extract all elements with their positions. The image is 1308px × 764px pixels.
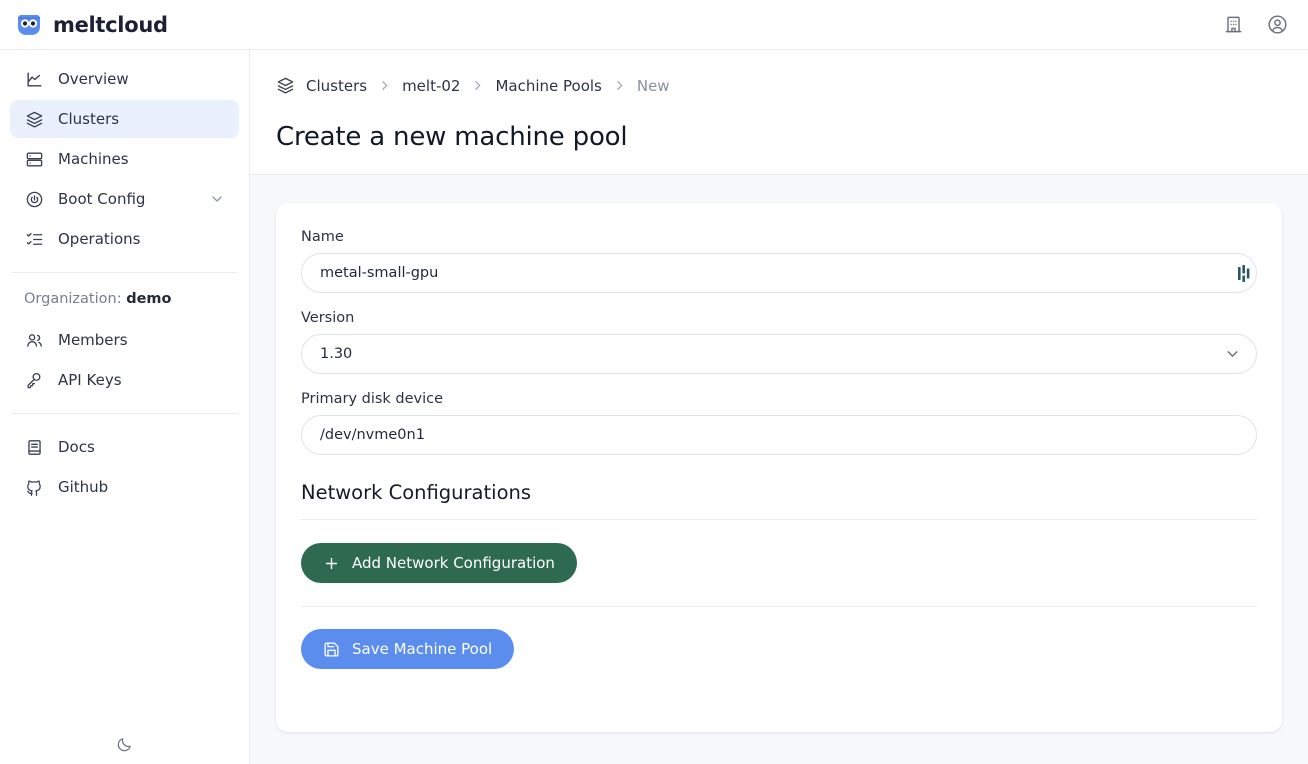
top-bar: meltcloud	[0, 0, 1308, 50]
sidebar-item-api-keys[interactable]: API Keys	[10, 361, 239, 399]
password-manager-icon[interactable]	[1237, 264, 1253, 282]
sidebar-item-label: Boot Config	[58, 190, 146, 208]
primary-disk-label: Primary disk device	[301, 391, 444, 407]
add-network-configuration-label: Add Network Configuration	[352, 554, 555, 572]
sidebar-item-label: Docs	[58, 438, 95, 456]
sidebar-item-machines[interactable]: Machines	[10, 140, 239, 178]
organization-name: demo	[126, 291, 172, 307]
page-title: Create a new machine pool	[276, 122, 628, 152]
sidebar-item-github[interactable]: Github	[10, 468, 239, 506]
breadcrumb-item-machine-pools[interactable]: Machine Pools	[495, 77, 601, 95]
sidebar-item-label: Overview	[58, 70, 129, 88]
organization-line: Organization: demo	[0, 287, 249, 307]
primary-disk-input[interactable]	[301, 415, 1257, 455]
sidebar-item-label: Operations	[58, 230, 141, 248]
building-icon[interactable]	[1220, 12, 1246, 38]
version-select-wrap	[301, 334, 1257, 374]
sidebar: Overview Clusters Machines Boot Config O…	[0, 50, 250, 764]
server-icon	[24, 149, 44, 169]
body: Overview Clusters Machines Boot Config O…	[0, 50, 1308, 764]
brand-name: meltcloud	[53, 12, 168, 37]
network-section-divider	[301, 519, 1257, 520]
users-icon	[24, 330, 44, 350]
sidebar-item-label: API Keys	[58, 371, 122, 389]
breadcrumb-item-cluster-name[interactable]: melt-02	[402, 77, 460, 95]
sidebar-main-nav: Overview Clusters Machines Boot Config O…	[0, 60, 249, 258]
field-primary-disk-device: Primary disk device	[301, 391, 1257, 455]
owl-logo-icon	[14, 14, 44, 36]
version-label: Version	[301, 310, 355, 326]
sidebar-item-label: Members	[58, 331, 128, 349]
github-icon	[24, 477, 44, 497]
field-version: Version	[301, 310, 1257, 374]
sidebar-divider-2	[12, 413, 237, 414]
chevron-down-icon[interactable]	[209, 191, 225, 207]
name-input[interactable]	[301, 253, 1257, 293]
sidebar-item-overview[interactable]: Overview	[10, 60, 239, 98]
organization-label: Organization:	[24, 291, 122, 307]
chevron-right-icon	[613, 79, 626, 92]
checklist-icon	[24, 229, 44, 249]
sidebar-item-label: Github	[58, 478, 109, 496]
save-machine-pool-button[interactable]: Save Machine Pool	[301, 629, 515, 669]
sidebar-external-nav: Docs Github	[0, 428, 249, 506]
top-bar-actions	[1220, 12, 1290, 38]
layers-icon	[276, 76, 295, 95]
chevron-right-icon	[471, 79, 484, 92]
add-network-configuration-button[interactable]: Add Network Configuration	[301, 543, 577, 583]
power-circle-icon	[24, 189, 44, 209]
breadcrumb-item-new: New	[636, 76, 670, 95]
sidebar-item-members[interactable]: Members	[10, 321, 239, 359]
brand[interactable]: meltcloud	[14, 13, 168, 37]
key-icon	[24, 370, 44, 390]
plus-icon	[323, 555, 340, 572]
sidebar-item-docs[interactable]: Docs	[10, 428, 239, 466]
book-icon	[24, 437, 44, 457]
breadcrumb: Clusters melt-02 Machine Pools New	[276, 76, 1282, 95]
sidebar-item-label: Clusters	[58, 110, 120, 128]
chart-line-icon	[24, 69, 44, 89]
sidebar-item-clusters[interactable]: Clusters	[10, 100, 239, 138]
network-configurations-title: Network Configurations	[301, 481, 532, 504]
main-header: Clusters melt-02 Machine Pools New Creat…	[250, 50, 1308, 174]
primary-disk-input-wrap	[301, 415, 1257, 455]
sidebar-item-operations[interactable]: Operations	[10, 220, 239, 258]
version-select[interactable]	[301, 334, 1257, 374]
sidebar-item-boot-config[interactable]: Boot Config	[10, 180, 239, 218]
sidebar-divider-1	[12, 272, 237, 273]
app-root: meltcloud Overview Clusters Machines Boo…	[0, 0, 1308, 764]
sidebar-account-nav: Members API Keys	[0, 321, 249, 399]
content-area: Name metal-small-gpu Version 1.30 Primar…	[250, 174, 1308, 764]
machine-pool-form-card: Name metal-small-gpu Version 1.30 Primar…	[276, 203, 1282, 732]
theme-toggle[interactable]	[0, 730, 249, 758]
save-disk-icon	[323, 641, 340, 658]
name-input-wrap	[301, 253, 1257, 293]
breadcrumb-item-clusters[interactable]: Clusters	[306, 77, 367, 95]
sidebar-item-label: Machines	[58, 150, 129, 168]
user-circle-icon[interactable]	[1264, 12, 1290, 38]
moon-icon[interactable]	[111, 730, 139, 758]
main-area: Clusters melt-02 Machine Pools New Creat…	[250, 50, 1308, 764]
field-name: Name	[301, 229, 1257, 293]
name-label: Name	[301, 229, 344, 245]
form-footer-divider	[301, 606, 1257, 607]
chevron-right-icon	[378, 79, 391, 92]
save-machine-pool-label: Save Machine Pool	[352, 640, 493, 658]
layers-icon	[24, 109, 44, 129]
